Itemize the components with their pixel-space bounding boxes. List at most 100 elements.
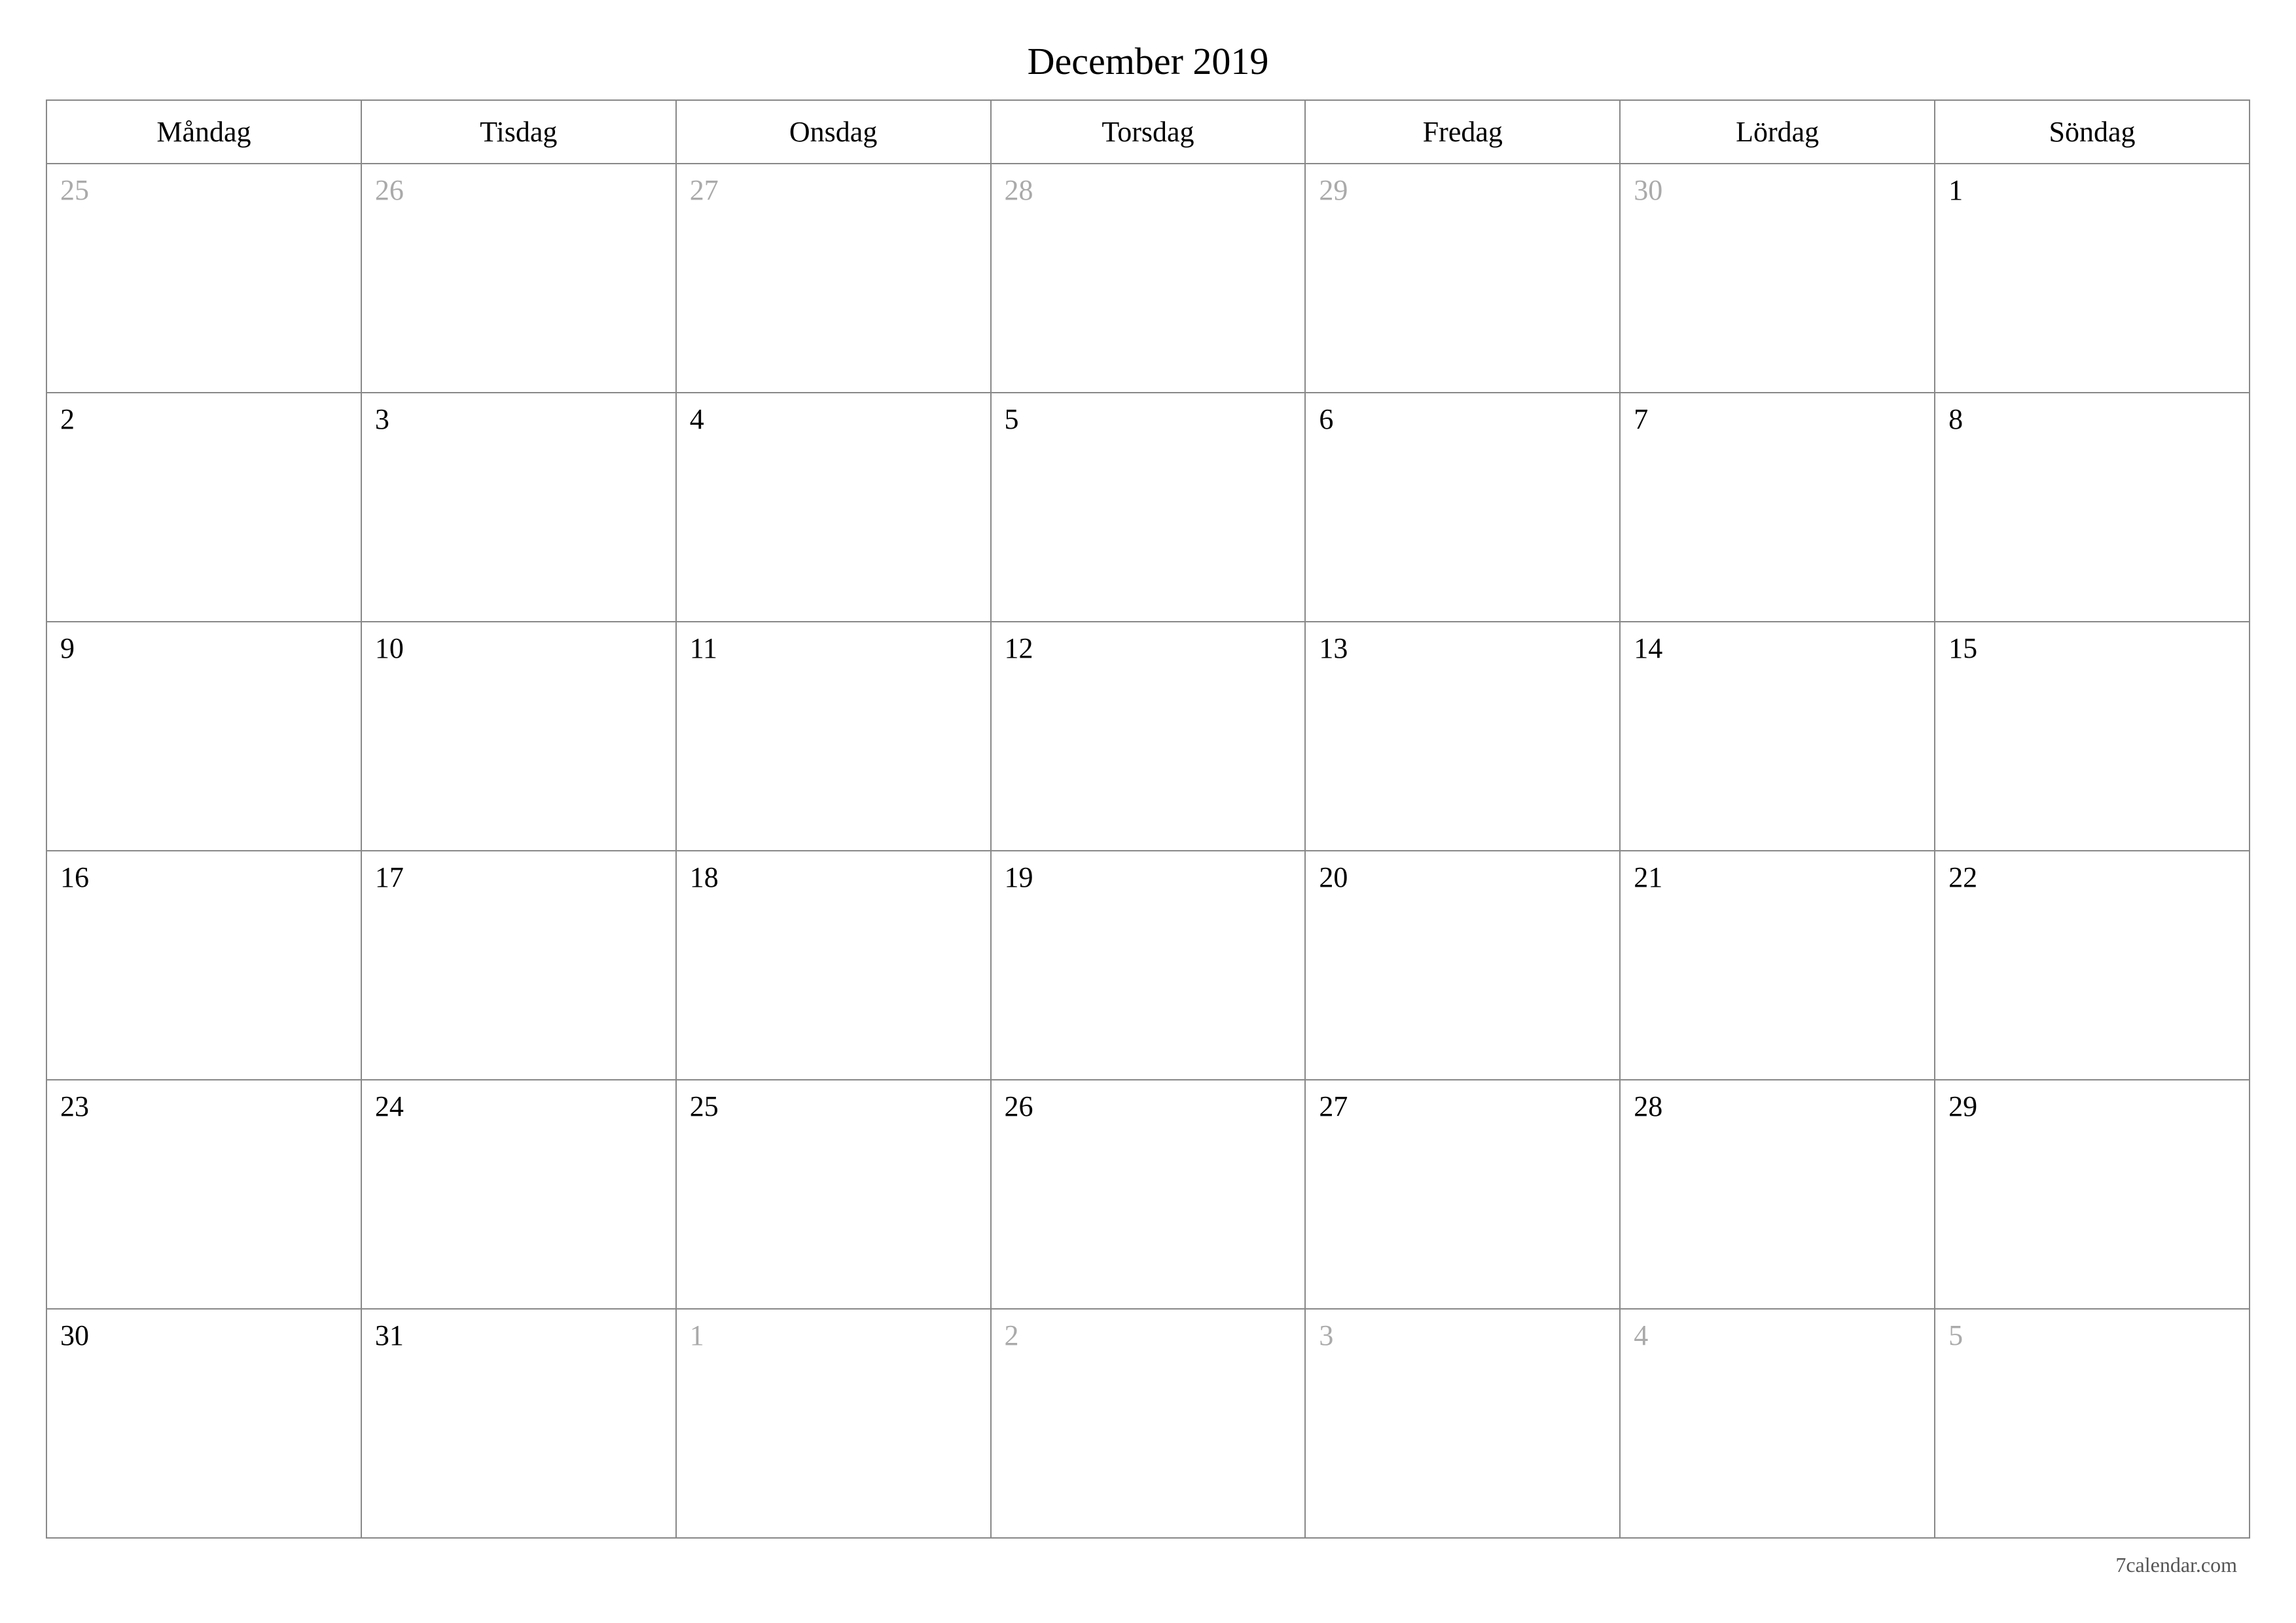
day-number: 26 xyxy=(375,174,404,206)
calendar-week-row: 2 34 5 6 7 8 xyxy=(46,393,2250,622)
weekday-header: Söndag xyxy=(1935,100,2250,164)
calendar-day-cell: 5 xyxy=(1935,1309,2250,1538)
day-number: 12 xyxy=(1005,632,1033,664)
day-number: 14 xyxy=(1634,632,1662,664)
day-number: 31 xyxy=(375,1319,404,1351)
weekday-header: Onsdag xyxy=(676,100,991,164)
calendar-day-cell: 27 xyxy=(676,164,991,393)
day-number: 23 xyxy=(60,1090,89,1122)
day-number: 27 xyxy=(690,174,719,206)
calendar-day-cell: 24 xyxy=(361,1080,676,1309)
day-number: 5 xyxy=(1948,1319,1963,1351)
day-number: 29 xyxy=(1319,174,1348,206)
weekday-header: Fredag xyxy=(1305,100,1620,164)
day-number: 8 xyxy=(1948,403,1963,435)
day-number: 2 xyxy=(1005,1319,1019,1351)
footer-credit: 7calendar.com xyxy=(2115,1553,2237,1577)
calendar-day-cell: 7 xyxy=(1620,393,1935,622)
day-number: 1 xyxy=(1948,174,1963,206)
calendar-day-cell: 29 xyxy=(1935,1080,2250,1309)
day-number: 30 xyxy=(1634,174,1662,206)
day-number: 15 xyxy=(1948,632,1977,664)
day-number: 6 xyxy=(1319,403,1333,435)
calendar-day-cell: 12 xyxy=(991,622,1306,851)
day-number: 28 xyxy=(1634,1090,1662,1122)
day-number: 4 xyxy=(690,403,704,435)
day-number: 5 xyxy=(1005,403,1019,435)
calendar-day-cell: 2 xyxy=(991,1309,1306,1538)
calendar-week-row: 23 24 25 26 27 28 29 xyxy=(46,1080,2250,1309)
day-number: 29 xyxy=(1948,1090,1977,1122)
calendar-day-cell: 3 xyxy=(361,393,676,622)
calendar-day-cell: 1 xyxy=(1935,164,2250,393)
calendar-title: December 2019 xyxy=(46,39,2250,83)
calendar-day-cell: 21 xyxy=(1620,851,1935,1080)
day-number: 9 xyxy=(60,632,75,664)
calendar-day-cell: 3 xyxy=(1305,1309,1620,1538)
day-number: 30 xyxy=(60,1319,89,1351)
day-number: 3 xyxy=(1319,1319,1333,1351)
calendar-day-cell: 19 xyxy=(991,851,1306,1080)
calendar-day-cell: 26 xyxy=(361,164,676,393)
day-number: 2 xyxy=(60,403,75,435)
calendar-grid: Måndag Tisdag Onsdag Torsdag Fredag Lörd… xyxy=(46,99,2250,1539)
day-number: 13 xyxy=(1319,632,1348,664)
weekday-header: Måndag xyxy=(46,100,361,164)
calendar-day-cell: 11 xyxy=(676,622,991,851)
calendar-day-cell: 10 xyxy=(361,622,676,851)
calendar-day-cell: 2 xyxy=(46,393,361,622)
calendar-day-cell: 25 xyxy=(46,164,361,393)
day-number: 25 xyxy=(60,174,89,206)
day-number: 27 xyxy=(1319,1090,1348,1122)
calendar-day-cell: 25 xyxy=(676,1080,991,1309)
day-number: 4 xyxy=(1634,1319,1648,1351)
calendar-day-cell: 9 xyxy=(46,622,361,851)
calendar-body: 2526272829301234567891011121314151617181… xyxy=(46,164,2250,1538)
calendar-day-cell: 8 xyxy=(1935,393,2250,622)
day-number: 7 xyxy=(1634,403,1648,435)
day-number: 25 xyxy=(690,1090,719,1122)
calendar-day-cell: 28 xyxy=(991,164,1306,393)
calendar-week-row: 30 31 1 2 3 4 5 xyxy=(46,1309,2250,1538)
calendar-day-cell: 14 xyxy=(1620,622,1935,851)
calendar-day-cell: 30 xyxy=(46,1309,361,1538)
calendar-day-cell: 26 xyxy=(991,1080,1306,1309)
weekday-header: Lördag xyxy=(1620,100,1935,164)
day-number: 21 xyxy=(1634,861,1662,893)
calendar-day-cell: 4 xyxy=(676,393,991,622)
day-number: 19 xyxy=(1005,861,1033,893)
day-number: 26 xyxy=(1005,1090,1033,1122)
calendar-day-cell: 5 xyxy=(991,393,1306,622)
calendar-day-cell: 22 xyxy=(1935,851,2250,1080)
day-number: 10 xyxy=(375,632,404,664)
day-number: 11 xyxy=(690,632,717,664)
calendar-day-cell: 27 xyxy=(1305,1080,1620,1309)
day-number: 22 xyxy=(1948,861,1977,893)
calendar-day-cell: 1 xyxy=(676,1309,991,1538)
calendar-day-cell: 15 xyxy=(1935,622,2250,851)
day-number: 16 xyxy=(60,861,89,893)
day-number: 28 xyxy=(1005,174,1033,206)
weekday-header-row: Måndag Tisdag Onsdag Torsdag Fredag Lörd… xyxy=(46,100,2250,164)
calendar-day-cell: 16 xyxy=(46,851,361,1080)
calendar-day-cell: 13 xyxy=(1305,622,1620,851)
calendar-day-cell: 6 xyxy=(1305,393,1620,622)
calendar-day-cell: 28 xyxy=(1620,1080,1935,1309)
calendar-day-cell: 29 xyxy=(1305,164,1620,393)
weekday-header: Tisdag xyxy=(361,100,676,164)
calendar-week-row: 9 10 11 12 13 14 15 xyxy=(46,622,2250,851)
calendar-day-cell: 23 xyxy=(46,1080,361,1309)
calendar-day-cell: 4 xyxy=(1620,1309,1935,1538)
calendar-week-row: 25 26 27 28 29 30 1 xyxy=(46,164,2250,393)
calendar-day-cell: 20 xyxy=(1305,851,1620,1080)
calendar-day-cell: 30 xyxy=(1620,164,1935,393)
calendar-week-row: 16 17 18 19 20 21 22 xyxy=(46,851,2250,1080)
day-number: 24 xyxy=(375,1090,404,1122)
day-number: 1 xyxy=(690,1319,704,1351)
calendar-day-cell: 17 xyxy=(361,851,676,1080)
calendar-day-cell: 31 xyxy=(361,1309,676,1538)
calendar-day-cell: 18 xyxy=(676,851,991,1080)
weekday-header: Torsdag xyxy=(991,100,1306,164)
day-number: 20 xyxy=(1319,861,1348,893)
day-number: 18 xyxy=(690,861,719,893)
